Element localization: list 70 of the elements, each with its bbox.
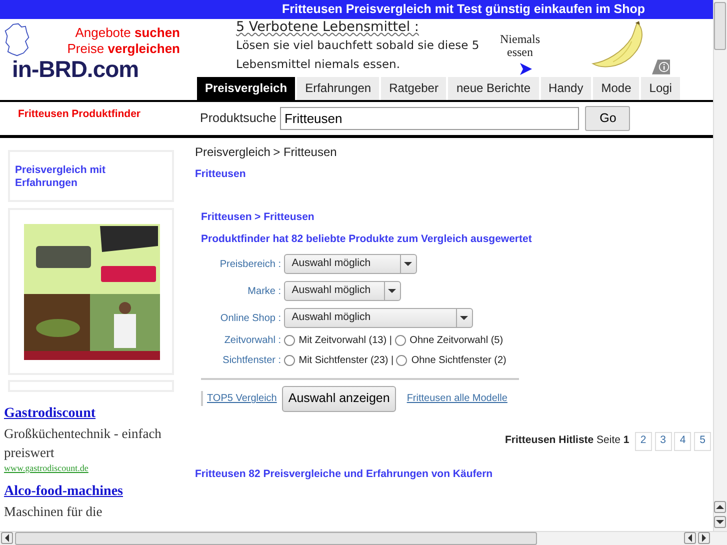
all-models-link[interactable]: Fritteusen alle Modelle: [406, 391, 508, 406]
search-label: Produktsuche: [200, 110, 276, 128]
finder-summary: Produktfinder hat 82 beliebte Produkte zum Vergleich ausgewertet: [201, 232, 533, 246]
ad-heading[interactable]: 5 Verbotene Lebensmittel :: [236, 19, 491, 36]
colon-label: :: [278, 335, 281, 346]
ad-title-link[interactable]: Alco-food-machines: [4, 481, 184, 502]
separator-label: |: [390, 354, 394, 368]
breadcrumb-link[interactable]: Preisvergleich: [195, 145, 270, 159]
page-link[interactable]: 2: [634, 432, 652, 451]
info-icon[interactable]: [652, 59, 670, 75]
nav-tab[interactable]: Handy: [540, 77, 592, 100]
separator-label: |: [389, 334, 392, 348]
ad-title-link[interactable]: Gastrodiscount: [4, 403, 184, 424]
scroll-left-button[interactable]: [684, 532, 696, 544]
logo-text[interactable]: in-BRD.com: [12, 57, 139, 81]
finder-title: Fritteusen Produktfinder: [17, 107, 142, 122]
colon-label: :: [278, 355, 281, 366]
logo-tagline: Preise vergleichen: [66, 41, 181, 57]
nav-tab[interactable]: Erfahrungen: [297, 77, 380, 100]
page-link[interactable]: 5: [694, 432, 711, 451]
scroll-up-button[interactable]: [714, 501, 726, 513]
page-link[interactable]: 3: [654, 432, 672, 451]
nav-tab[interactable]: Mode: [593, 77, 640, 100]
scroll-down-button[interactable]: [714, 516, 726, 528]
vertical-scrollbar[interactable]: [713, 0, 727, 531]
ad-description: Maschinen für die: [4, 503, 104, 521]
nav-tab[interactable]: neue Berichte: [448, 77, 539, 100]
hitlist-label: Fritteusen Hitliste Seite 1: [504, 433, 630, 448]
ad-url-link[interactable]: www.gastrodiscount.de: [4, 462, 184, 476]
map-icon: [4, 23, 30, 57]
select-dropdown[interactable]: Auswahl möglich: [284, 254, 417, 274]
nav-tab[interactable]: Ratgeber: [381, 77, 446, 100]
filter-label-link[interactable]: Zeitvorwahl: [224, 335, 276, 346]
filter-label-link[interactable]: Preisbereich: [220, 258, 276, 270]
breadcrumb-current: > Fritteusen: [273, 145, 337, 159]
select-dropdown[interactable]: Auswahl möglich: [284, 281, 401, 302]
ad-text[interactable]: Lösen sie viel bauchfett sobald sie diese 5 Lebensmittel niemals essen.: [236, 36, 491, 74]
colon-label: :: [278, 258, 281, 270]
play-arrow-icon[interactable]: [519, 62, 533, 76]
ad-description: Großküchentechnik - einfach preiswert: [4, 425, 162, 462]
ad-side-text[interactable]: Niemals essen: [495, 33, 545, 59]
page-title: Fritteusen Preisvergleich mit Test günstig einkaufen im Shop: [0, 0, 713, 19]
filter-label-link[interactable]: Marke: [248, 286, 276, 297]
filter-label-link[interactable]: Online Shop: [220, 312, 276, 324]
scrollbar-thumb[interactable]: [15, 532, 537, 545]
filter-label-link[interactable]: Sichtfenster: [222, 355, 276, 366]
nav-tab[interactable]: Preisvergleich: [197, 77, 296, 100]
finder-breadcrumb-current: > Fritteusen: [254, 211, 314, 224]
section-heading: Fritteusen: [195, 166, 247, 182]
finder-breadcrumb-link[interactable]: Fritteusen: [201, 211, 252, 224]
nav-tab[interactable]: Logi: [641, 77, 680, 100]
show-selection-button[interactable]: Auswahl anzeigen: [282, 386, 396, 412]
page-link[interactable]: 4: [674, 432, 692, 451]
colon-label: :: [278, 312, 281, 324]
radio-option[interactable]: Ohne Zeitvorwahl (5): [394, 333, 504, 348]
top5-link[interactable]: TOP5 Vergleich: [201, 391, 277, 406]
scroll-left-button[interactable]: [1, 532, 13, 544]
colon-label: :: [278, 286, 281, 297]
sidebar-link[interactable]: Preisvergleich mit Erfahrungen: [10, 152, 172, 200]
scroll-right-button[interactable]: [698, 532, 710, 544]
radio-option[interactable]: Ohne Sichtfenster (2): [396, 353, 506, 368]
footer-heading: Fritteusen 82 Preisvergleiche und Erfahrungen von Käufern: [195, 466, 494, 482]
select-dropdown[interactable]: Auswahl möglich: [284, 308, 473, 328]
logo-tagline: Angebote suchen: [74, 25, 181, 41]
horizontal-scrollbar[interactable]: [0, 531, 727, 545]
scrollbar-thumb[interactable]: [714, 2, 726, 50]
radio-option[interactable]: Mit Sichtfenster (23): [284, 353, 388, 368]
radio-option[interactable]: Mit Zeitvorwahl (13): [284, 333, 387, 348]
go-button[interactable]: Go: [585, 106, 630, 131]
search-field[interactable]: Fritteusen: [280, 107, 580, 130]
